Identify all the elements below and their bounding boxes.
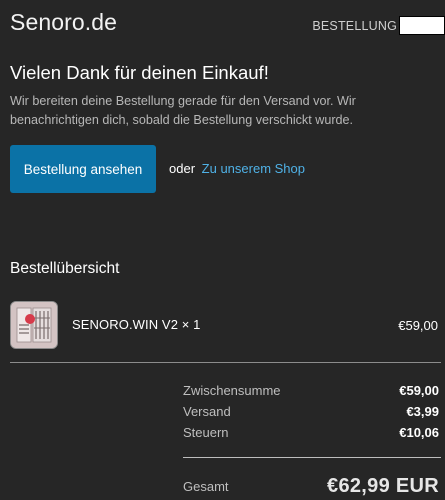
shop-link[interactable]: Zu unserem Shop	[202, 161, 305, 176]
subtotal-value: €59,00	[399, 383, 439, 398]
total-value: €62,99 EUR	[327, 475, 439, 497]
subtotal-row: Zwischensumme €59,00	[183, 383, 439, 404]
divider	[10, 362, 441, 363]
order-label: BESTELLUNG	[312, 18, 397, 33]
or-text: oder	[169, 161, 196, 176]
product-name: SENORO.WIN V2 × 1	[72, 317, 201, 332]
order-overview-title: Bestellübersicht	[10, 260, 120, 277]
tax-label: Steuern	[183, 425, 229, 440]
order-number-redacted	[399, 16, 445, 35]
header: Senoro.de BESTELLUNG	[10, 9, 445, 39]
shipping-label: Versand	[183, 404, 231, 419]
product-image-icon	[11, 302, 57, 348]
shipping-value: €3,99	[406, 404, 439, 419]
confirmation-message: Wir bereiten deine Bestellung gerade für…	[10, 94, 356, 127]
shop-link-row: oder Zu unserem Shop	[169, 161, 305, 176]
cost-summary: Zwischensumme €59,00 Versand €3,99 Steue…	[183, 383, 439, 446]
subtotal-label: Zwischensumme	[183, 383, 281, 398]
total-row: Gesamt €62,99 EUR	[183, 475, 439, 498]
tax-value: €10,06	[399, 425, 439, 440]
total-divider	[183, 457, 441, 458]
shipping-row: Versand €3,99	[183, 404, 439, 425]
tax-row: Steuern €10,06	[183, 425, 439, 446]
order-reference: BESTELLUNG	[312, 16, 445, 35]
product-image	[10, 301, 58, 349]
page-title: Vielen Dank für deinen Einkauf!	[10, 62, 269, 83]
total-label: Gesamt	[183, 479, 229, 494]
store-logo[interactable]: Senoro.de	[10, 9, 117, 35]
view-order-button[interactable]: Bestellung ansehen	[10, 145, 156, 193]
product-price: €59,00	[398, 318, 438, 333]
